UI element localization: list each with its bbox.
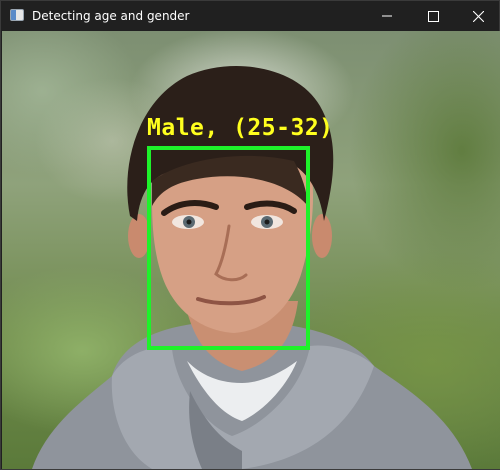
title-bar[interactable]: Detecting age and gender <box>1 1 499 31</box>
video-frame: Male, (25-32) <box>2 31 500 469</box>
close-button[interactable] <box>455 1 500 31</box>
face-bounding-box <box>147 146 310 350</box>
maximize-button[interactable] <box>410 1 456 31</box>
app-window-icon <box>10 9 24 21</box>
window-title: Detecting age and gender <box>32 9 190 23</box>
prediction-label: Male, (25-32) <box>147 115 334 141</box>
close-icon <box>472 10 484 22</box>
app-window: Detecting age and gender Male, (25-32) <box>0 0 500 470</box>
minimize-button[interactable] <box>364 1 410 31</box>
minimize-icon <box>382 15 392 17</box>
maximize-icon <box>427 10 439 22</box>
